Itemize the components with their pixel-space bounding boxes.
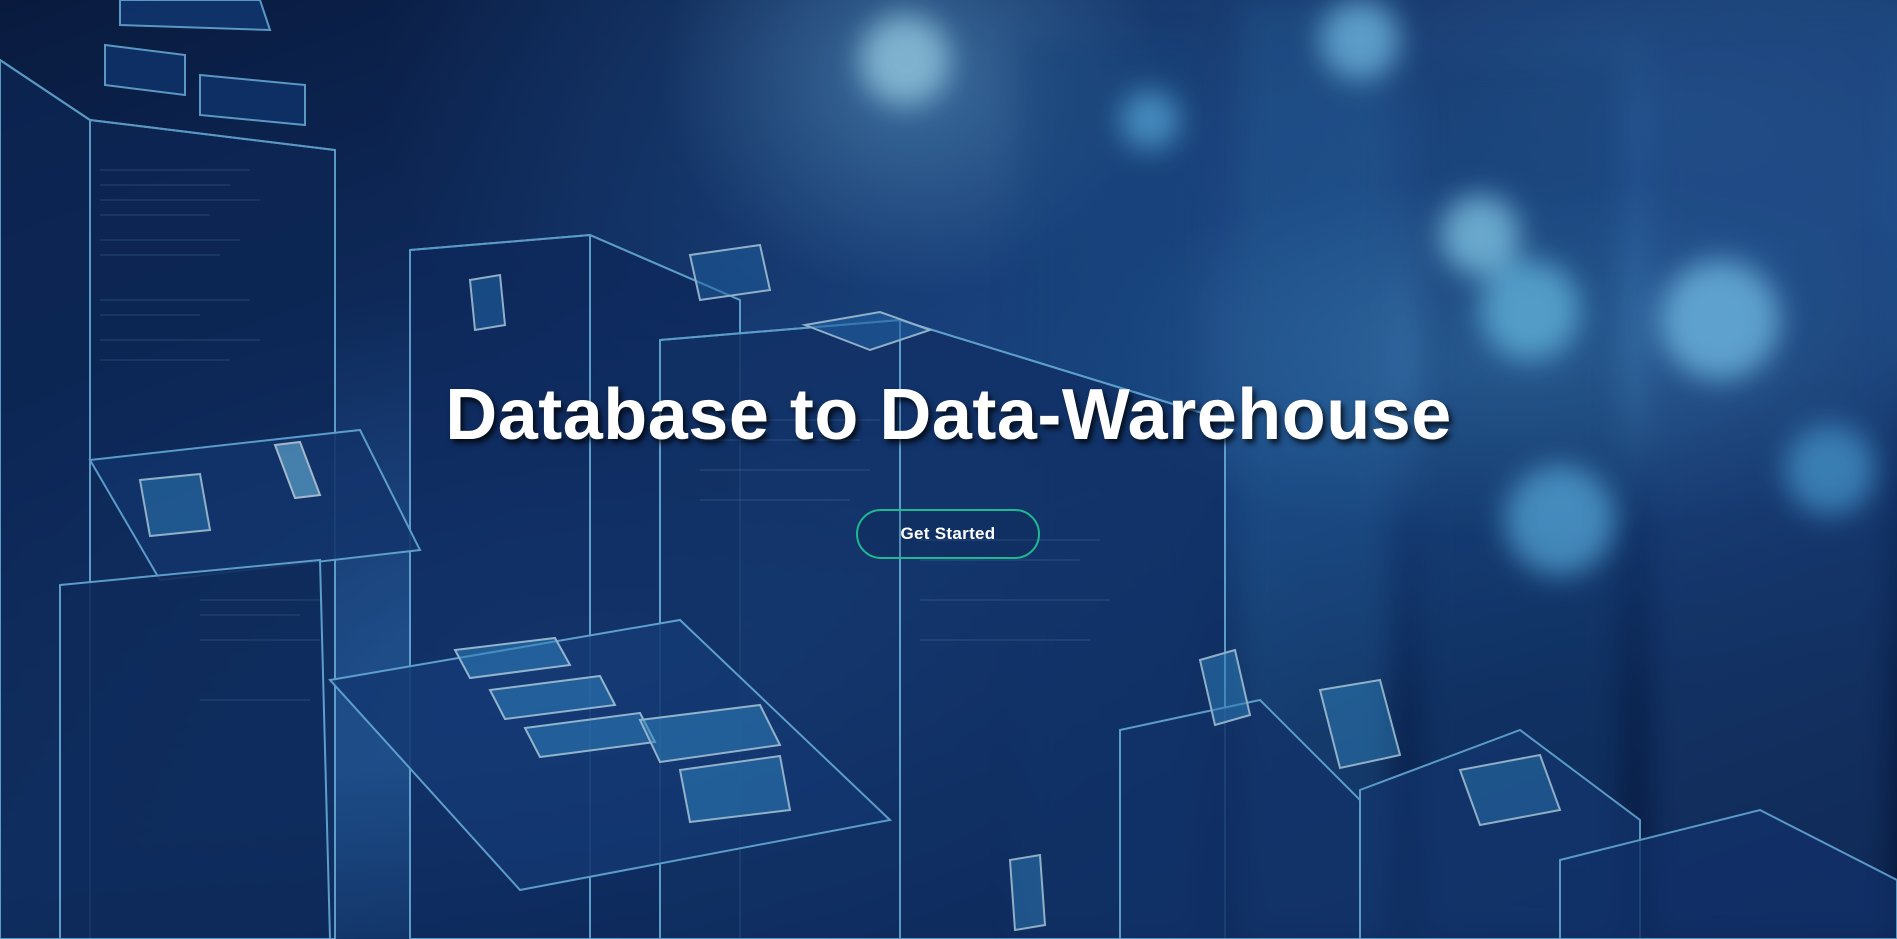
get-started-button[interactable]: Get Started <box>856 509 1040 559</box>
hero-overlay <box>0 0 1897 939</box>
hero-section: Database to Data-Warehouse Get Started <box>0 0 1897 939</box>
hero-title: Database to Data-Warehouse <box>445 375 1452 455</box>
